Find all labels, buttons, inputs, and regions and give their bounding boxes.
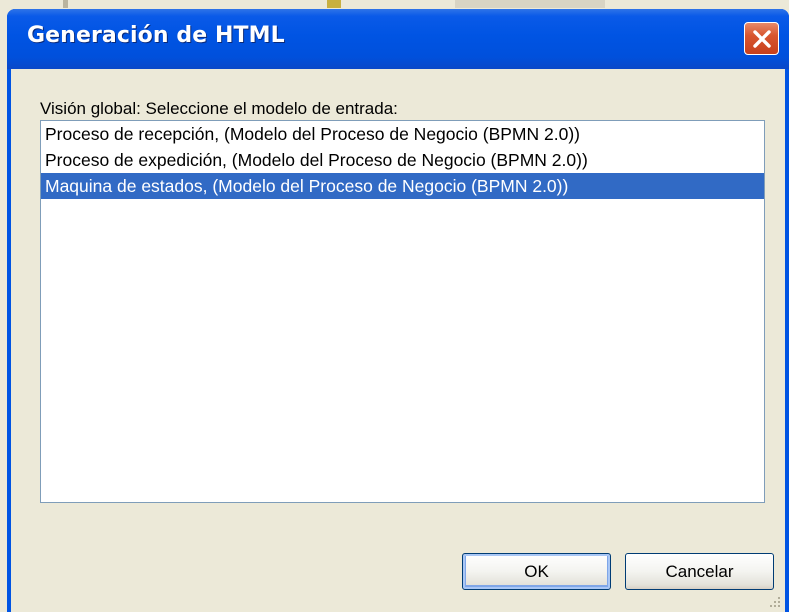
background-fragment — [63, 0, 68, 8]
ok-button[interactable]: OK — [462, 553, 611, 590]
title-bar[interactable]: Generación de HTML — [7, 9, 789, 69]
model-listbox[interactable]: Proceso de recepción, (Modelo del Proces… — [40, 120, 765, 503]
close-x-icon — [753, 30, 771, 48]
background-fragment — [455, 0, 605, 8]
dialog-window: Generación de HTML Visión global: Selecc… — [7, 9, 789, 612]
background-fragment — [327, 0, 341, 8]
resize-grip-icon[interactable] — [769, 596, 781, 608]
cancel-button[interactable]: Cancelar — [625, 553, 774, 590]
window-title: Generación de HTML — [27, 23, 285, 48]
dialog-body: Visión global: Seleccione el modelo de e… — [11, 69, 785, 612]
close-button[interactable] — [744, 22, 779, 55]
prompt-label: Visión global: Seleccione el modelo de e… — [40, 99, 398, 118]
list-item[interactable]: Proceso de recepción, (Modelo del Proces… — [41, 121, 764, 147]
list-item-selected[interactable]: Maquina de estados, (Modelo del Proceso … — [41, 173, 764, 199]
list-item[interactable]: Proceso de expedición, (Modelo del Proce… — [41, 147, 764, 173]
